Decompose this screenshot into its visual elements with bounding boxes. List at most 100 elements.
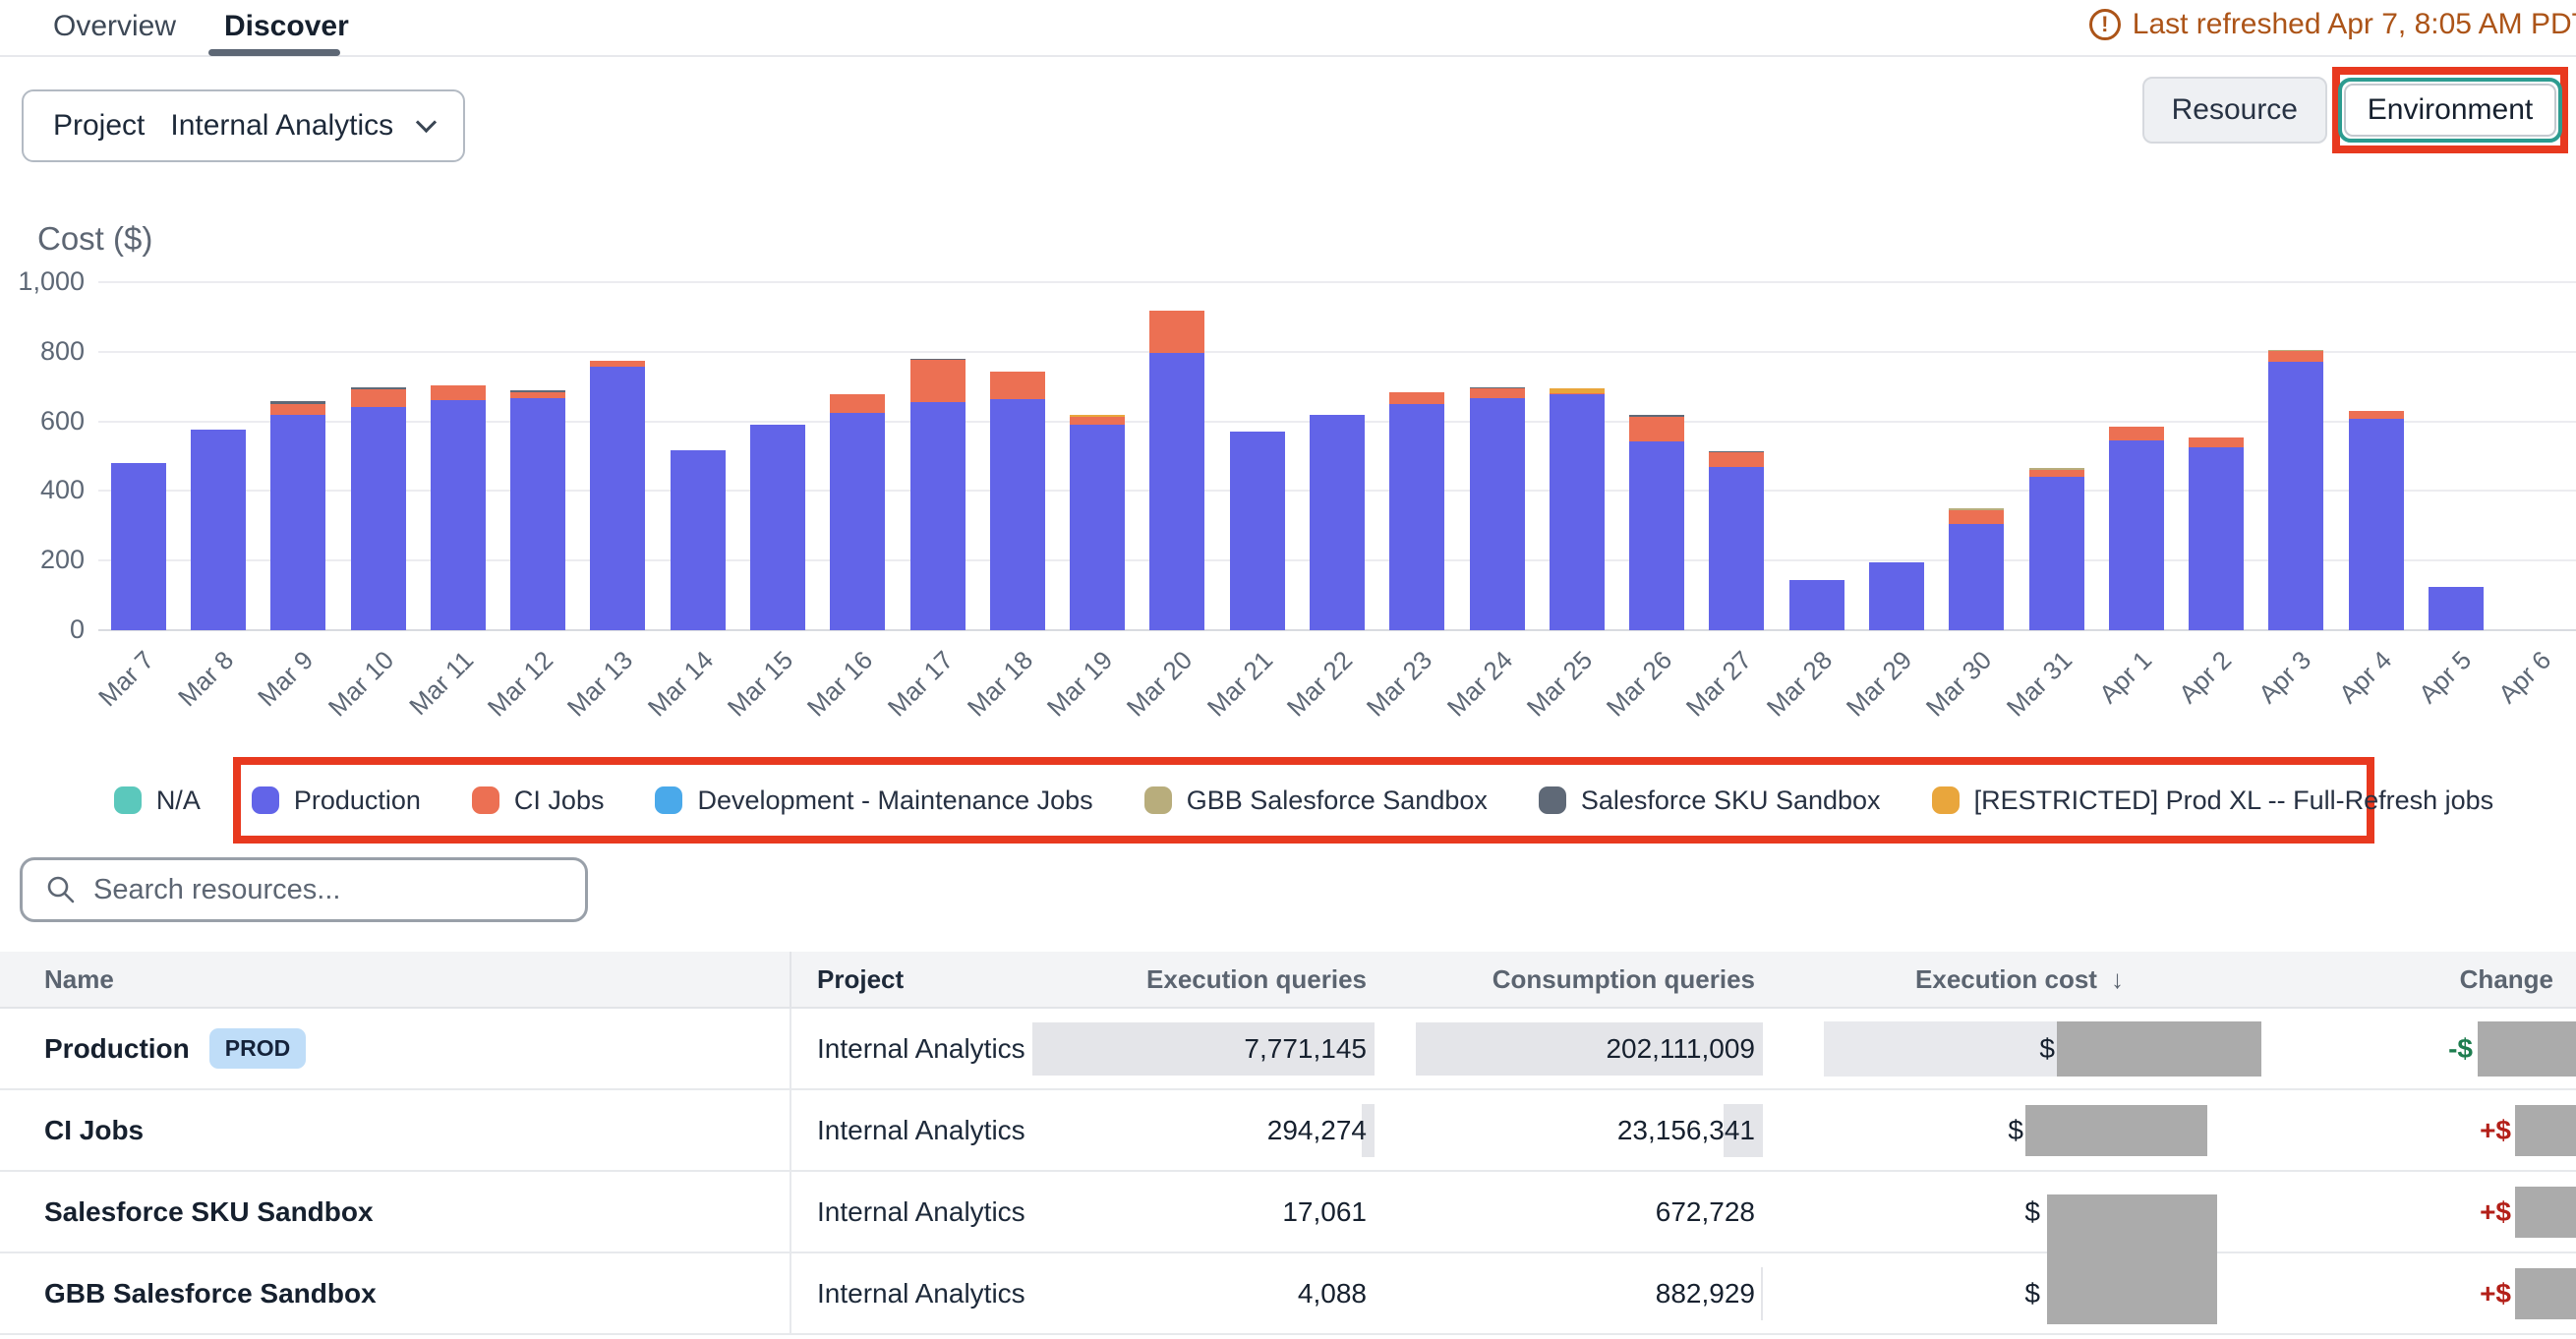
- tab-discover[interactable]: Discover: [224, 10, 349, 43]
- legend-item-development-maintenance-jobs[interactable]: Development - Maintenance Jobs: [655, 786, 1092, 816]
- environment-toggle-button[interactable]: Environment: [2344, 84, 2556, 137]
- project-filter-dropdown[interactable]: Project Internal Analytics: [22, 89, 465, 162]
- bar-mar-31[interactable]: [2029, 0, 2084, 630]
- x-axis-label: Mar 24: [1431, 645, 1519, 733]
- bar-mar-19[interactable]: [1070, 0, 1125, 630]
- bar-mar-15[interactable]: [750, 0, 805, 630]
- col-header-execution-queries[interactable]: Execution queries: [1146, 964, 1367, 995]
- col-header-consumption-queries[interactable]: Consumption queries: [1493, 964, 1755, 995]
- x-axis-label: Mar 10: [312, 645, 400, 733]
- col-header-execution-cost[interactable]: Execution cost: [1915, 964, 2097, 995]
- legend-label: GBB Salesforce Sandbox: [1187, 786, 1488, 816]
- segment-production: [1230, 432, 1285, 630]
- col-header-name[interactable]: Name: [44, 964, 114, 995]
- legend-item-gbb-salesforce-sandbox[interactable]: GBB Salesforce Sandbox: [1144, 786, 1488, 816]
- x-axis-label: Mar 14: [631, 645, 720, 733]
- chart-legend-annotation-box: N/AProductionCI JobsDevelopment - Mainte…: [233, 757, 2374, 844]
- y-axis-tick: 400: [0, 475, 85, 505]
- legend-item-production[interactable]: Production: [252, 786, 421, 816]
- segment-production: [750, 425, 805, 630]
- redacted-cost-block: [2057, 1021, 2261, 1077]
- bar-mar-14[interactable]: [671, 0, 726, 630]
- project-filter-value: Internal Analytics: [170, 109, 393, 143]
- segment-production: [2189, 447, 2244, 630]
- legend-swatch-icon: [252, 786, 279, 814]
- resource-name[interactable]: Salesforce SKU Sandbox: [44, 1196, 374, 1228]
- table-row-production[interactable]: ProductionPRODInternal Analytics7,771,14…: [0, 1009, 2576, 1090]
- bar-mar-20[interactable]: [1149, 0, 1204, 630]
- x-axis-label: Mar 27: [1670, 645, 1759, 733]
- resource-name[interactable]: GBB Salesforce Sandbox: [44, 1278, 377, 1310]
- bar-mar-24[interactable]: [1470, 0, 1525, 630]
- x-axis-label: Mar 21: [1191, 645, 1279, 733]
- gridline-400: [98, 490, 2576, 492]
- resources-table: Name Project Execution queries Consumpti…: [0, 952, 2576, 1335]
- change-sign: +$: [2480, 1196, 2511, 1228]
- segment-production: [1470, 398, 1525, 630]
- consumption-queries-usage-bar: [1761, 1267, 1763, 1320]
- legend-item--restricted-prod-xl-full-refresh-jobs[interactable]: [RESTRICTED] Prod XL -- Full-Refresh job…: [1932, 786, 2494, 816]
- change-sign: -$: [2448, 1033, 2473, 1065]
- bar-mar-16[interactable]: [830, 0, 885, 630]
- redacted-change-block: [2515, 1105, 2576, 1156]
- bar-mar-12[interactable]: [510, 0, 565, 630]
- search-icon: [46, 875, 76, 904]
- segment-production: [990, 399, 1045, 630]
- x-axis-label: Mar 8: [151, 645, 240, 733]
- segment-production: [1789, 580, 1844, 630]
- prod-badge: PROD: [209, 1028, 306, 1069]
- bar-mar-22[interactable]: [1310, 0, 1365, 630]
- gridline-0: [98, 629, 2576, 631]
- segment-ci-jobs: [1389, 392, 1444, 404]
- segment-ci-jobs: [1470, 388, 1525, 398]
- bar-mar-18[interactable]: [990, 0, 1045, 630]
- change-sign: +$: [2480, 1278, 2511, 1310]
- resource-toggle-button[interactable]: Resource: [2142, 77, 2327, 144]
- resource-name[interactable]: CI Jobs: [44, 1115, 144, 1146]
- bar-mar-17[interactable]: [910, 0, 966, 630]
- bar-mar-29[interactable]: [1869, 0, 1924, 630]
- legend-item-ci-jobs[interactable]: CI Jobs: [472, 786, 605, 816]
- gridline-1000: [98, 281, 2576, 283]
- col-header-project[interactable]: Project: [817, 964, 904, 995]
- project-name: Internal Analytics: [817, 1196, 1025, 1228]
- col-header-change[interactable]: Change: [2460, 964, 2553, 995]
- bar-mar-30[interactable]: [1949, 0, 2004, 630]
- segment-production: [510, 398, 565, 630]
- consumption-queries-value: 23,156,341: [1617, 1115, 1755, 1146]
- bar-mar-23[interactable]: [1389, 0, 1444, 630]
- segment-production: [1070, 425, 1125, 630]
- bar-mar-26[interactable]: [1629, 0, 1684, 630]
- segment-salesforce-sku-sandbox: [510, 390, 565, 391]
- table-row-ci-jobs[interactable]: CI JobsInternal Analytics294,27423,156,3…: [0, 1090, 2576, 1172]
- legend-item-n-a[interactable]: N/A: [114, 786, 201, 816]
- bar-mar-25[interactable]: [1550, 0, 1605, 630]
- segment-production: [2029, 477, 2084, 630]
- segment-ci-jobs: [2029, 470, 2084, 477]
- x-axis-label: Mar 9: [231, 645, 320, 733]
- sort-desc-icon[interactable]: ↓: [2111, 964, 2124, 995]
- legend-item-salesforce-sku-sandbox[interactable]: Salesforce SKU Sandbox: [1539, 786, 1881, 816]
- tab-bar: Overview Discover ! Last refreshed Apr 7…: [0, 0, 2576, 57]
- execution-cost-usage-bar: [1824, 1021, 2057, 1077]
- bar-mar-27[interactable]: [1709, 0, 1764, 630]
- legend-label: CI Jobs: [514, 786, 605, 816]
- search-input[interactable]: [93, 874, 561, 906]
- segment-ci-jobs: [2189, 437, 2244, 447]
- x-axis-label: Mar 28: [1750, 645, 1839, 733]
- table-header-row: Name Project Execution queries Consumpti…: [0, 952, 2576, 1009]
- tab-overview[interactable]: Overview: [53, 10, 176, 43]
- project-filter-label: Project: [53, 109, 145, 143]
- segment-ci-jobs: [2109, 427, 2164, 440]
- environment-focus-ring: Environment: [2338, 78, 2562, 143]
- segment-ci-jobs: [2268, 351, 2323, 363]
- segment-ci-jobs: [830, 394, 885, 414]
- segment-production: [2429, 587, 2484, 630]
- segment-production: [1629, 441, 1684, 630]
- bar-mar-28[interactable]: [1789, 0, 1844, 630]
- segment-production: [270, 415, 325, 630]
- bar-mar-13[interactable]: [590, 0, 645, 630]
- bar-mar-21[interactable]: [1230, 0, 1285, 630]
- last-refreshed-status: ! Last refreshed Apr 7, 8:05 AM PDT: [2089, 8, 2576, 41]
- resource-name[interactable]: Production: [44, 1033, 190, 1065]
